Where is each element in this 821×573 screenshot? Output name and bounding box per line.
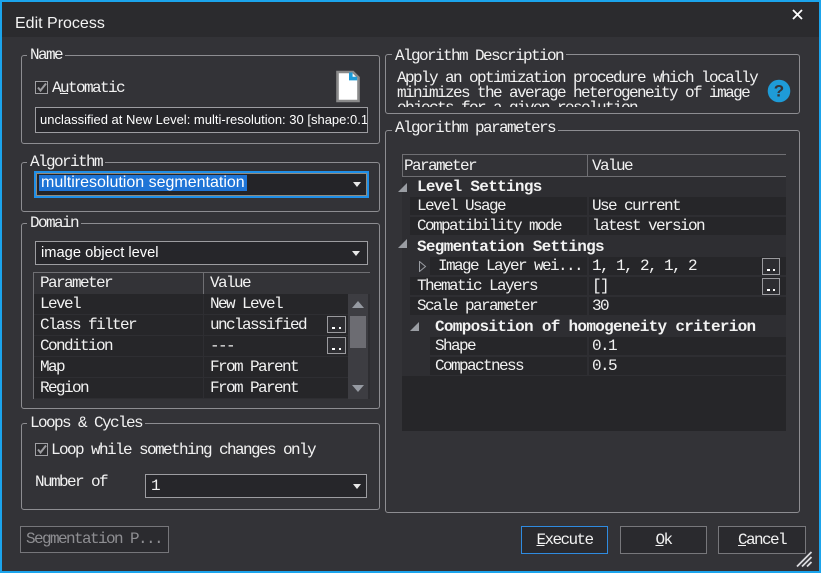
- svg-text:?: ?: [774, 82, 784, 101]
